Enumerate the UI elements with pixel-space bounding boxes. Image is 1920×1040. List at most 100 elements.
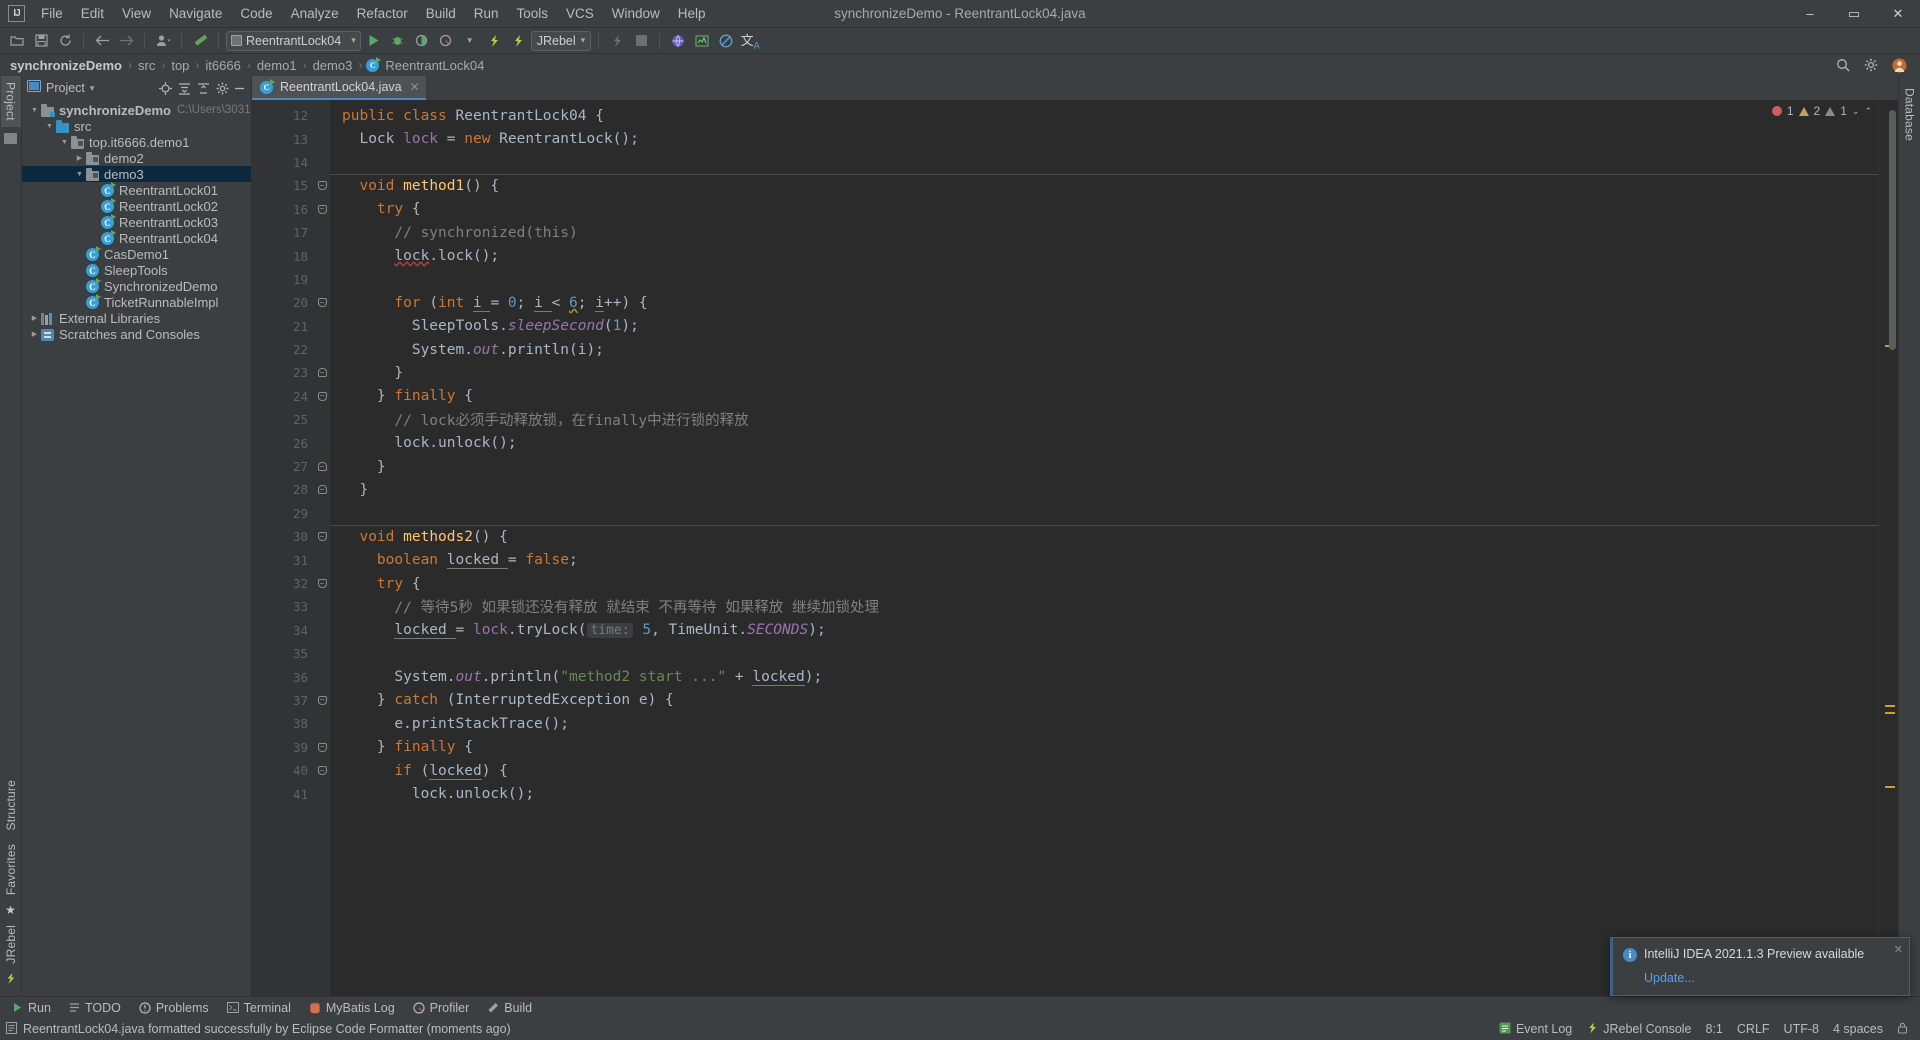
- line-number[interactable]: 35: [252, 642, 314, 665]
- chevron-down-icon[interactable]: ▼: [43, 123, 56, 130]
- tree-item-synchronizeddemo[interactable]: C SynchronizedDemo: [22, 278, 251, 294]
- profile-person-icon[interactable]: [152, 30, 174, 51]
- gear-icon[interactable]: [1862, 55, 1880, 76]
- code-line[interactable]: lock.lock();: [330, 244, 1878, 267]
- tree-item-external-libraries[interactable]: ▶ External Libraries: [22, 310, 251, 326]
- code-content[interactable]: public class ReentrantLock04 { Lock lock…: [330, 100, 1878, 996]
- run-with-coverage-icon[interactable]: [411, 30, 433, 51]
- chevron-down-icon[interactable]: ▾: [459, 30, 481, 51]
- notification-update-link[interactable]: Update...: [1644, 971, 1899, 985]
- fold-toggle-icon[interactable]: −: [314, 759, 330, 782]
- fold-toggle-icon[interactable]: −: [314, 689, 330, 712]
- breadcrumb-item-top[interactable]: top: [169, 58, 191, 73]
- jrebel-debug-icon[interactable]: [507, 30, 529, 51]
- tool-tab-todo[interactable]: TODO: [61, 999, 129, 1017]
- tree-item-src[interactable]: ▼ src: [22, 118, 251, 134]
- menu-item-code[interactable]: Code: [231, 3, 281, 24]
- line-number[interactable]: 32: [252, 572, 314, 595]
- code-line[interactable]: [330, 642, 1878, 665]
- line-number[interactable]: 19: [252, 268, 314, 291]
- expand-all-icon[interactable]: [175, 78, 193, 99]
- user-avatar-icon[interactable]: [1890, 55, 1908, 76]
- line-number[interactable]: 18: [252, 244, 314, 267]
- target-icon[interactable]: [156, 78, 174, 99]
- menu-item-build[interactable]: Build: [417, 3, 465, 24]
- collapse-all-icon[interactable]: [194, 78, 212, 99]
- breadcrumb-item-it6666[interactable]: it6666: [203, 58, 242, 73]
- code-line[interactable]: Lock lock = new ReentrantLock();: [330, 127, 1878, 150]
- jrebel-run-icon[interactable]: [483, 30, 505, 51]
- chevron-right-icon[interactable]: ▶: [28, 330, 41, 338]
- caret-position[interactable]: 8:1: [1706, 1022, 1723, 1036]
- editor-tab-reentrantlock04[interactable]: C ReentrantLock04.java ✕: [252, 76, 426, 100]
- back-arrow-icon[interactable]: [91, 30, 113, 51]
- line-number[interactable]: 30: [252, 525, 314, 548]
- breadcrumb-item-src[interactable]: src: [136, 58, 157, 73]
- profiler-icon[interactable]: [435, 30, 457, 51]
- close-icon[interactable]: ✕: [1894, 943, 1903, 956]
- inspection-mark-warning-3[interactable]: [1885, 712, 1895, 714]
- line-number[interactable]: 37: [252, 689, 314, 712]
- tree-item-reentrantlock04[interactable]: C ReentrantLock04: [22, 230, 251, 246]
- code-line[interactable]: } catch (InterruptedException e) {: [330, 689, 1878, 712]
- breadcrumb-item-demo3[interactable]: demo3: [311, 58, 355, 73]
- breadcrumb-item-synchronizedemo[interactable]: synchronizeDemo: [8, 58, 124, 73]
- code-editor[interactable]: 12 13 14 15 16 17 18 19 20 21 22 23 24 25 26 27 28 29 30 31…: [252, 100, 1898, 996]
- code-line[interactable]: void method1() {: [330, 174, 1878, 197]
- sidebar-item-database[interactable]: Database: [1900, 82, 1920, 147]
- event-log-button[interactable]: Event Log: [1499, 1022, 1572, 1037]
- menu-item-file[interactable]: File: [32, 3, 72, 24]
- translate-icon[interactable]: 文A: [739, 30, 761, 52]
- code-line[interactable]: lock.unlock();: [330, 782, 1878, 805]
- line-number[interactable]: 16: [252, 198, 314, 221]
- search-icon[interactable]: [1834, 55, 1852, 76]
- inspection-widget[interactable]: 1 2 1 ⌄ ⌃: [1771, 104, 1872, 118]
- tool-tab-mybatis-log[interactable]: MyBatis Log: [301, 999, 403, 1017]
- menu-item-window[interactable]: Window: [603, 3, 669, 24]
- jrebel-console-button[interactable]: JRebel Console: [1586, 1022, 1692, 1037]
- code-line[interactable]: try {: [330, 572, 1878, 595]
- code-line[interactable]: // 等待5秒 如果锁还没有释放 就结束 不再等待 如果释放 继续加锁处理: [330, 595, 1878, 618]
- sidebar-item-jrebel[interactable]: JRebel: [1, 919, 21, 970]
- inspection-scrollbar[interactable]: [1878, 100, 1898, 996]
- line-number[interactable]: 27: [252, 455, 314, 478]
- tool-tab-problems[interactable]: Problems: [131, 999, 217, 1017]
- maximize-button[interactable]: ▭: [1832, 0, 1876, 28]
- tree-item-top-it6666-demo1[interactable]: ▼ top.it6666.demo1: [22, 134, 251, 150]
- tree-item-demo3[interactable]: ▼ demo3: [22, 166, 251, 182]
- line-number[interactable]: 39: [252, 736, 314, 759]
- tool-tab-run[interactable]: Run: [4, 999, 59, 1017]
- line-number[interactable]: 23: [252, 361, 314, 384]
- forward-arrow-icon[interactable]: [115, 30, 137, 51]
- code-line[interactable]: [330, 502, 1878, 525]
- line-number[interactable]: 41: [252, 782, 314, 805]
- editor-scrollbar-thumb[interactable]: [1889, 110, 1896, 350]
- chevron-down-icon[interactable]: ⌄: [1852, 106, 1860, 117]
- line-number[interactable]: 12: [252, 104, 314, 127]
- structure-small-icon[interactable]: [4, 132, 17, 144]
- database-globe-icon[interactable]: [667, 30, 689, 51]
- menu-item-navigate[interactable]: Navigate: [160, 3, 231, 24]
- code-line[interactable]: if (locked) {: [330, 759, 1878, 782]
- menu-item-help[interactable]: Help: [669, 3, 715, 24]
- sidebar-item-project[interactable]: Project: [0, 76, 21, 127]
- monitor-chart-icon[interactable]: [691, 30, 713, 51]
- code-line[interactable]: locked = lock.tryLock(time: 5, TimeUnit.…: [330, 619, 1878, 642]
- code-line[interactable]: [330, 151, 1878, 174]
- line-number[interactable]: 25: [252, 408, 314, 431]
- fold-toggle-icon[interactable]: −: [314, 455, 330, 478]
- line-number[interactable]: 29: [252, 502, 314, 525]
- gear-icon[interactable]: [213, 78, 231, 99]
- close-button[interactable]: ✕: [1876, 0, 1920, 28]
- menu-item-vcs[interactable]: VCS: [557, 3, 603, 24]
- build-hammer-icon[interactable]: [189, 30, 211, 51]
- code-line[interactable]: // synchronized(this): [330, 221, 1878, 244]
- inspection-mark-warning-4[interactable]: [1885, 786, 1895, 788]
- tree-item-synchronizedemo[interactable]: ▼ synchronizeDemo C:\Users\30315\Dow: [22, 102, 251, 118]
- line-number[interactable]: 21: [252, 315, 314, 338]
- tree-item-sleeptools[interactable]: C SleepTools: [22, 262, 251, 278]
- tree-item-casdemo1[interactable]: C CasDemo1: [22, 246, 251, 262]
- jrebel-selector[interactable]: JRebel ▾: [530, 30, 592, 51]
- minimize-button[interactable]: –: [1788, 0, 1832, 28]
- code-line[interactable]: }: [330, 361, 1878, 384]
